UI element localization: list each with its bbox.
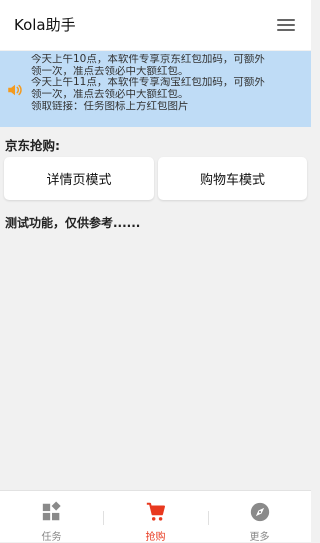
top-app-bar: Kola助手 — [0, 0, 311, 50]
notice-text: 今天上午10点，本软件专享京东红包加码，可额外 领一次，准点去领必中大额红包。 … — [31, 54, 305, 113]
compass-icon — [250, 502, 269, 522]
notice-line: 今天上午11点，本软件专享淘宝红包加码，可额外 — [31, 77, 265, 89]
notice-banner: 今天上午10点，本软件专享京东红包加码，可额外 领一次，准点去领必中大额红包。 … — [0, 51, 311, 127]
tab-rush-buy[interactable]: 抢购 — [104, 491, 207, 543]
section-label: 京东抢购: — [5, 138, 60, 153]
bottom-tab-bar: 任务 抢购 更多 — [0, 490, 311, 543]
tasks-grid-icon — [42, 501, 61, 521]
speaker-icon — [8, 84, 22, 96]
test-note: 测试功能，仅供参考...... — [5, 216, 141, 230]
tab-label: 更多 — [249, 532, 270, 543]
tab-more[interactable]: 更多 — [208, 491, 311, 543]
notice-line: 领一次，准点去领必中大额红包。 — [31, 89, 189, 101]
detail-mode-button[interactable]: 详情页模式 — [4, 157, 154, 200]
cart-mode-button[interactable]: 购物车模式 — [158, 157, 307, 200]
tab-tasks[interactable]: 任务 — [0, 491, 103, 543]
notice-line: 领一次，准点去领必中大额红包。 — [31, 65, 189, 77]
notice-line: 今天上午10点，本软件专享京东红包加码，可额外 — [31, 54, 265, 65]
hamburger-menu-icon[interactable] — [277, 19, 295, 32]
tab-label: 抢购 — [145, 532, 166, 543]
app-title: Kola助手 — [14, 16, 76, 34]
shopping-cart-icon — [146, 502, 165, 521]
tab-label: 任务 — [41, 532, 62, 543]
notice-link-line[interactable]: 领取链接：任务图标上方红包图片 — [31, 101, 305, 113]
